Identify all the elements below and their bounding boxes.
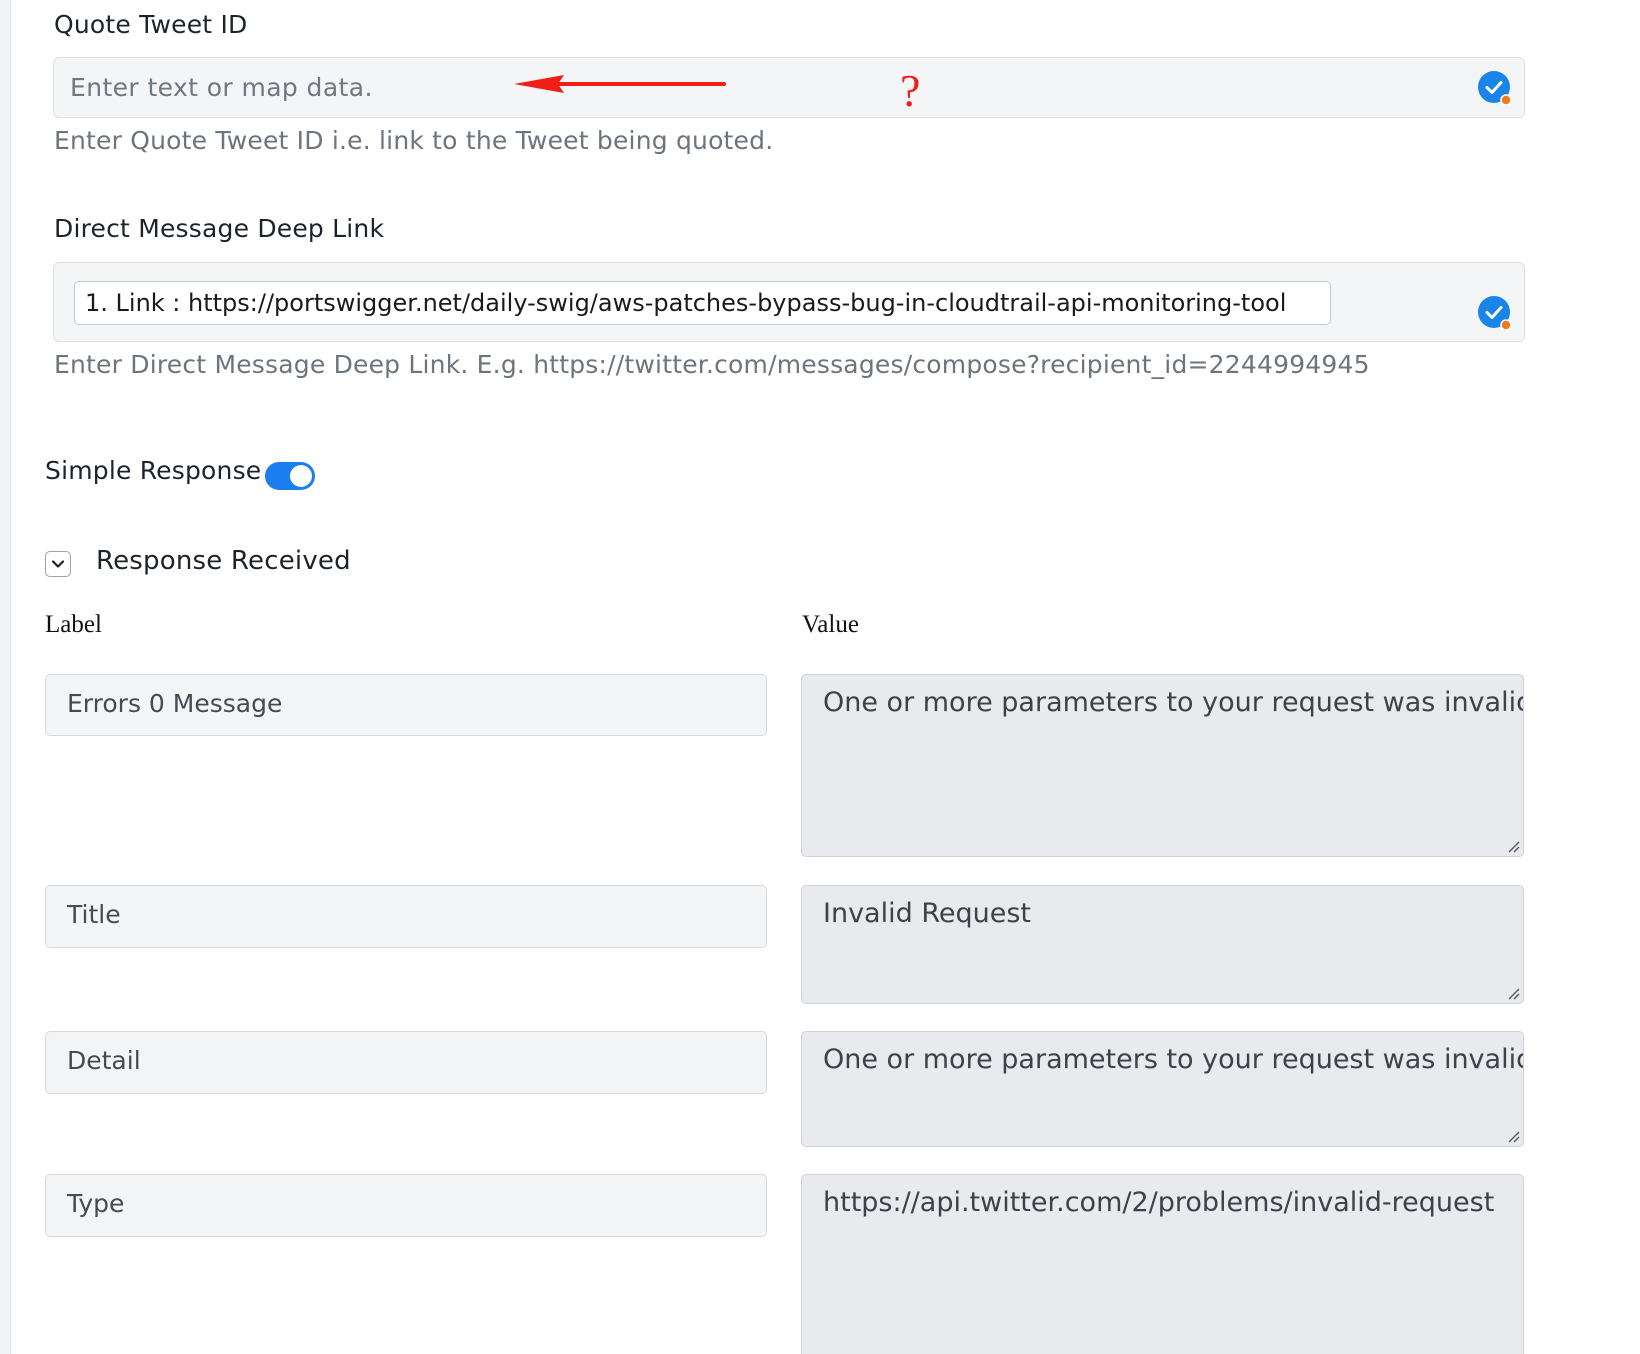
quote-tweet-placeholder: Enter text or map data.	[70, 73, 373, 102]
response-label-input[interactable]: Title	[45, 885, 767, 948]
response-value-textarea[interactable]: One or more parameters to your request w…	[801, 1031, 1524, 1147]
dm-deep-link-help: Enter Direct Message Deep Link. E.g. htt…	[54, 350, 1370, 379]
question-mark-annotation: ?	[900, 65, 921, 116]
response-label-input[interactable]: Detail	[45, 1031, 767, 1094]
resize-handle-icon[interactable]	[1506, 986, 1520, 1000]
left-rail	[0, 0, 11, 1354]
toggle-knob	[290, 465, 312, 487]
check-circle-icon[interactable]	[1478, 296, 1512, 330]
dm-deep-link-input[interactable]: 1. Link : https://portswigger.net/daily-…	[53, 262, 1525, 342]
resize-handle-icon[interactable]	[1506, 839, 1520, 853]
simple-response-toggle[interactable]	[265, 462, 315, 490]
check-circle-icon[interactable]	[1478, 71, 1512, 105]
response-received-title: Response Received	[96, 546, 351, 576]
label-column-header: Label	[45, 611, 102, 638]
mapped-value-chip[interactable]: 1. Link : https://portswigger.net/daily-…	[74, 281, 1331, 325]
dm-deep-link-label: Direct Message Deep Link	[54, 214, 385, 243]
simple-response-label: Simple Response	[45, 456, 262, 485]
quote-tweet-label: Quote Tweet ID	[54, 10, 248, 39]
response-value-textarea[interactable]: https://api.twitter.com/2/problems/inval…	[801, 1174, 1524, 1354]
quote-tweet-input[interactable]: Enter text or map data.	[53, 57, 1525, 118]
response-value-textarea[interactable]: Invalid Request	[801, 885, 1524, 1004]
value-column-header: Value	[802, 611, 859, 638]
chevron-down-icon	[51, 560, 65, 568]
response-label-input[interactable]: Type	[45, 1174, 767, 1237]
response-value-text: One or more parameters to your request w…	[823, 1044, 1524, 1075]
response-label-input[interactable]: Errors 0 Message	[45, 674, 767, 736]
response-value-text: One or more parameters to your request w…	[823, 687, 1524, 718]
response-value-text: Invalid Request	[823, 898, 1031, 929]
response-value-textarea[interactable]: One or more parameters to your request w…	[801, 674, 1524, 857]
red-arrow-annotation	[514, 75, 726, 93]
collapse-toggle-button[interactable]	[45, 551, 71, 577]
resize-handle-icon[interactable]	[1506, 1129, 1520, 1143]
response-value-text: https://api.twitter.com/2/problems/inval…	[823, 1187, 1495, 1218]
quote-tweet-help: Enter Quote Tweet ID i.e. link to the Tw…	[54, 126, 774, 155]
